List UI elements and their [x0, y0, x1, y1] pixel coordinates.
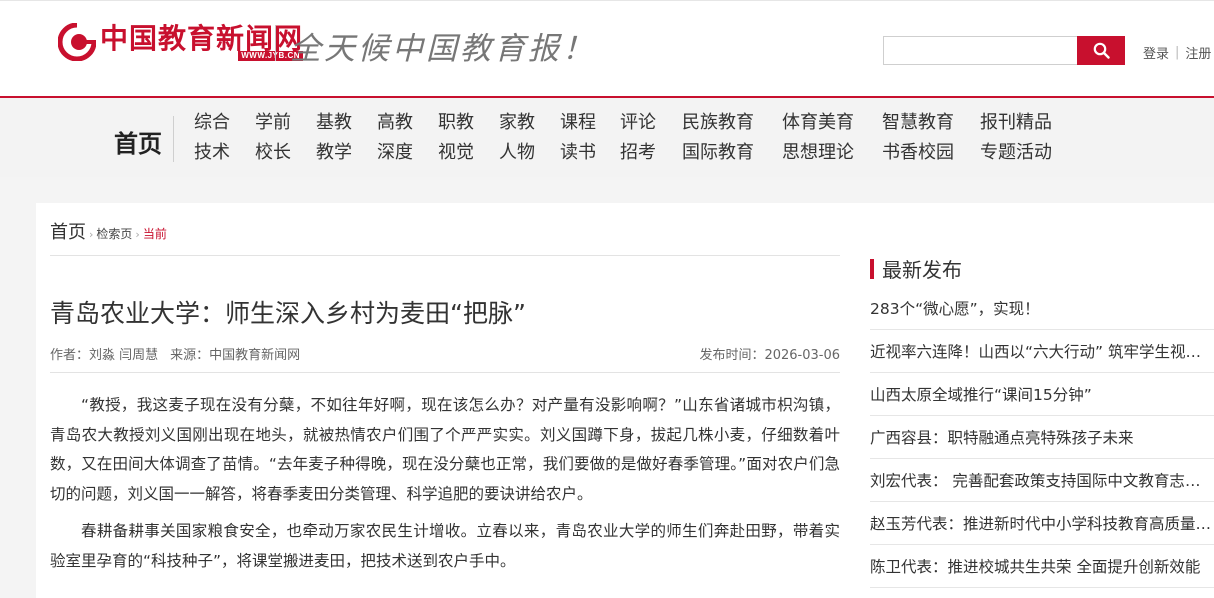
nav-item[interactable]: 视觉 — [438, 142, 474, 164]
nav-item[interactable]: 综合 — [194, 112, 230, 134]
nav-item[interactable]: 专题活动 — [980, 142, 1052, 164]
nav-item[interactable]: 技术 — [194, 142, 230, 164]
nav-item[interactable]: 国际教育 — [682, 142, 754, 164]
article-authors: 作者：刘淼 闫周慧 — [50, 348, 159, 363]
nav-item[interactable]: 基教 — [316, 112, 352, 134]
auth-separator: | — [1175, 45, 1180, 60]
chevron-right-icon: › — [89, 228, 94, 241]
article-body: “教授，我这麦子现在没有分蘖，不如往年好啊，现在该怎么办？对产量有没影响啊？”山… — [50, 391, 840, 584]
news-list-item[interactable]: 陈卫代表：推进校城共生共荣 全面提升创新效能 — [870, 545, 1214, 588]
nav-item[interactable]: 学前 — [255, 112, 291, 134]
breadcrumb-divider — [50, 255, 840, 256]
article-paragraph: 春耕备耕事关国家粮食安全，也牵动万家农民生计增收。立春以来，青岛农业大学的师生们… — [50, 522, 840, 570]
nav-item[interactable]: 书香校园 — [882, 142, 954, 164]
nav-item[interactable]: 深度 — [377, 142, 413, 164]
nav-item[interactable]: 高教 — [377, 112, 413, 134]
nav-item[interactable]: 招考 — [620, 142, 656, 164]
login-link[interactable]: 登录 — [1143, 43, 1169, 62]
auth-links: 登录 | 注册 — [1143, 43, 1211, 62]
nav-divider — [173, 116, 174, 162]
latest-news-list: 283个“微心愿”，实现！ 近视率六连降！山西以“六大行动” 筑牢学生视力健康防… — [870, 287, 1214, 588]
article-title: 青岛农业大学：师生深入乡村为麦田“把脉” — [50, 299, 526, 328]
nav-links: 综合 学前 基教 高教 职教 家教 课程 评论 民族教育 体育美育 智慧教育 报刊精品技术 校长 教学 深度… — [194, 112, 1052, 164]
sidebar-heading-marker — [870, 258, 874, 279]
breadcrumb: 首页 › 检索页 › 当前 — [50, 218, 167, 244]
chevron-right-icon: › — [135, 228, 140, 241]
article-source: 来源：中国教育新闻网 — [170, 348, 301, 363]
register-link[interactable]: 注册 — [1185, 43, 1211, 62]
breadcrumb-current: 当前 — [142, 227, 167, 241]
news-list-item[interactable]: 山西太原全域推行“课间15分钟” — [870, 373, 1214, 416]
nav-item[interactable]: 教学 — [316, 142, 352, 164]
article-paragraph: “教授，我这麦子现在没有分蘖，不如往年好啊，现在该怎么办？对产量有没影响啊？”山… — [50, 396, 840, 503]
nav-item[interactable]: 人物 — [499, 142, 535, 164]
news-list-item[interactable]: 近视率六连降！山西以“六大行动” 筑牢学生视力健康防线 — [870, 330, 1214, 373]
logo-divider — [275, 25, 276, 61]
nav-item[interactable]: 职教 — [438, 112, 474, 134]
article-author-source: 作者：刘淼 闫周慧 来源：中国教育新闻网 — [50, 344, 300, 363]
logo-emblem-icon — [57, 22, 97, 62]
nav-item[interactable]: 校长 — [255, 142, 291, 164]
nav-item[interactable]: 体育美育 — [782, 112, 854, 134]
nav-item[interactable]: 评论 — [620, 112, 656, 134]
search-button[interactable] — [1077, 36, 1125, 65]
nav-item[interactable]: 思想理论 — [782, 142, 854, 164]
news-list-item[interactable]: 刘宏代表： 完善配套政策支持国际中文教育志愿者 — [870, 459, 1214, 502]
logo-text: 中国教育新闻网 — [100, 21, 304, 55]
nav-item[interactable]: 课程 — [560, 112, 596, 134]
sidebar-title: 最新发布 — [882, 258, 962, 282]
nav-item[interactable]: 家教 — [499, 112, 535, 134]
news-list-item[interactable]: 广西容县：职特融通点亮特殊孩子未来 — [870, 416, 1214, 459]
nav-item[interactable]: 民族教育 — [682, 112, 754, 134]
main-nav: 首页 综合 学前 基教 高教 职教 家教 课程 评论 民族教育 体育美育 智慧教育 报刊精品技术 校长 教… — [0, 96, 1214, 177]
nav-home[interactable]: 首页 — [114, 124, 162, 159]
site-header: 中国教育新闻网 WWW.JYB.CN 全天候中国教育报！ 登录 | 注册 — [0, 0, 1214, 96]
site-slogan: 全天候中国教育报！ — [290, 31, 596, 67]
news-list-item[interactable]: 赵玉芳代表：推进新时代中小学科技教育高质量发展 — [870, 502, 1214, 545]
breadcrumb-home[interactable]: 首页 — [50, 218, 86, 244]
search-box — [883, 36, 1125, 65]
news-list-item[interactable]: 283个“微心愿”，实现！ — [870, 287, 1214, 330]
search-icon — [1093, 42, 1110, 59]
breadcrumb-search[interactable]: 检索页 — [96, 225, 132, 242]
nav-item[interactable]: 报刊精品 — [980, 112, 1052, 134]
meta-divider — [50, 372, 840, 373]
nav-item[interactable]: 读书 — [560, 142, 596, 164]
search-input[interactable] — [883, 36, 1077, 65]
nav-item[interactable]: 智慧教育 — [882, 112, 954, 134]
site-logo[interactable]: 中国教育新闻网 WWW.JYB.CN — [57, 21, 304, 63]
article-publish-time: 发布时间：2026-03-06 — [699, 348, 840, 363]
sidebar-heading: 最新发布 — [870, 254, 962, 283]
